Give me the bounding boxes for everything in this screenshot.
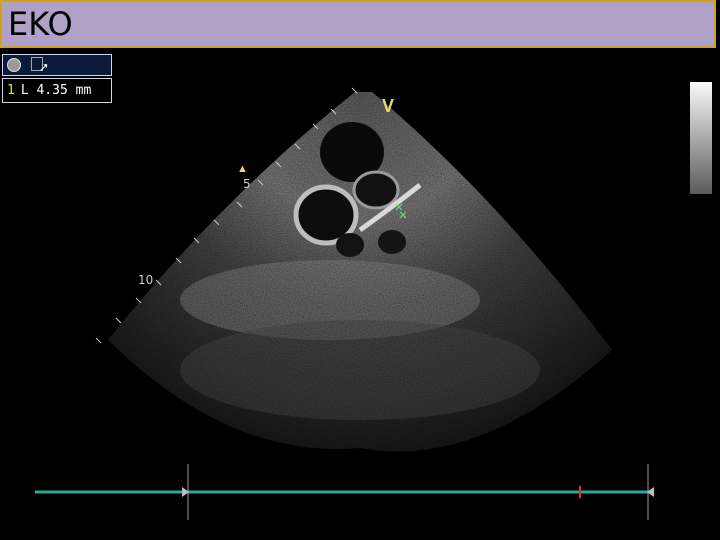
- depth-label-5: 5: [243, 177, 251, 191]
- chamber-lower: [336, 233, 364, 257]
- ultrasound-image: [35, 87, 654, 520]
- ecg-trace: [35, 464, 654, 520]
- chamber-right: [378, 230, 406, 254]
- chamber-mid: [352, 170, 400, 210]
- orientation-marker: V: [382, 96, 395, 116]
- triangle-marker-icon: ▲: [237, 163, 248, 175]
- ultrasound-sector: [108, 92, 612, 452]
- depth-label-10: 10: [138, 273, 154, 287]
